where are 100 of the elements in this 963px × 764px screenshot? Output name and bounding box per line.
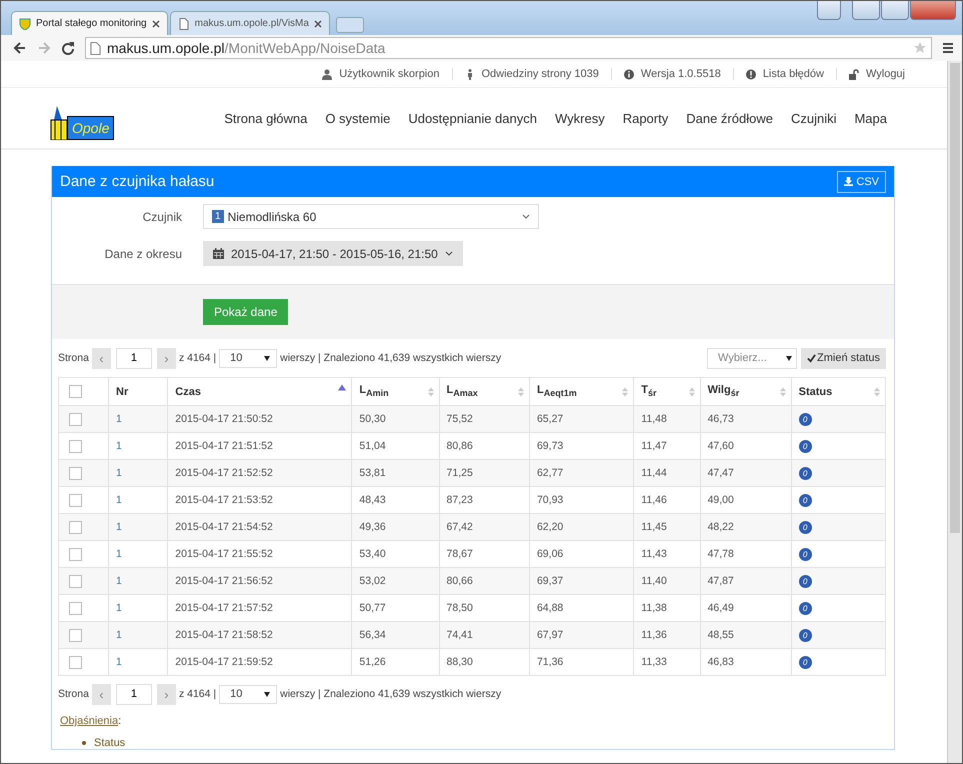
table-cell: 47,78: [708, 548, 734, 560]
checkbox[interactable]: [69, 628, 82, 642]
table-cell: 47,47: [708, 467, 734, 479]
checkbox[interactable]: [69, 574, 82, 588]
table-cell: 80,66: [446, 575, 473, 587]
status-badge[interactable]: 0: [798, 574, 812, 588]
table-cell: 69,06: [536, 548, 564, 560]
rows-per-page-select[interactable]: 10: [219, 684, 278, 704]
top-link[interactable]: Lista błędów: [746, 68, 824, 80]
table-cell: 11,40: [641, 575, 667, 587]
status-badge[interactable]: 0: [798, 602, 812, 614]
page-icon: [178, 18, 190, 30]
chevron-icon: [522, 214, 530, 219]
checkbox[interactable]: [69, 385, 82, 398]
checkbox[interactable]: [69, 412, 82, 426]
checkbox[interactable]: [69, 520, 82, 534]
status-badge[interactable]: 0: [798, 520, 812, 534]
close-button[interactable]: [910, 1, 956, 20]
table-cell: 1: [116, 521, 122, 533]
status-badge[interactable]: 0: [798, 466, 812, 480]
table-cell: 69,73: [536, 440, 564, 452]
rows-per-page-select[interactable]: 10: [219, 348, 278, 368]
minimize-button[interactable]: [852, 1, 880, 20]
status-badge[interactable]: 0: [798, 628, 812, 642]
table-cell: 75,52: [446, 413, 473, 425]
table-cell: 53,81: [359, 467, 386, 479]
sensor-select[interactable]: 1 Niemodlińska 60: [203, 204, 539, 229]
status-badge[interactable]: 0: [798, 494, 812, 506]
change-status-button[interactable]: Zmień status: [801, 348, 886, 368]
top-link[interactable]: Wersja 1.0.5518: [624, 68, 721, 80]
top-link[interactable]: Odwiedziny strony 1039: [464, 68, 599, 80]
nav-link[interactable]: Czujniki: [790, 110, 836, 126]
close-icon[interactable]: [152, 20, 160, 28]
checkbox[interactable]: [69, 656, 82, 668]
table-cell: 53,02: [359, 575, 386, 587]
forward-icon[interactable]: [37, 41, 51, 55]
new-tab-button[interactable]: [336, 17, 364, 33]
table-cell: 1: [116, 494, 122, 506]
reload-icon[interactable]: [61, 41, 75, 55]
table-cell: 56,34: [359, 629, 386, 641]
checkbox[interactable]: [69, 548, 82, 560]
page-count: z 4164 |: [178, 352, 216, 364]
csv-button[interactable]: CSV: [837, 170, 886, 192]
tab-title: makus.um.opole.pl/VisMa: [194, 18, 309, 29]
table-cell: 11,45: [641, 521, 667, 533]
column-header[interactable]: Status: [791, 378, 886, 406]
top-link[interactable]: Użytkownik skorpion: [322, 68, 440, 80]
shield-icon: [19, 18, 31, 30]
table-cell: 51,26: [359, 656, 386, 668]
table-cell: 64,88: [536, 602, 564, 614]
nav-link[interactable]: Wykresy: [554, 110, 605, 126]
column-header[interactable]: L$_{Aeqt1m}$: [529, 378, 634, 406]
table-cell: 48,55: [708, 629, 734, 641]
scrollbar[interactable]: [947, 61, 962, 763]
nav-link[interactable]: O systemie: [325, 110, 390, 126]
column-header[interactable]: Czas: [168, 378, 352, 406]
nav-link[interactable]: Udostępnianie danych: [408, 110, 537, 126]
checkbox[interactable]: [69, 494, 82, 506]
status-badge[interactable]: 0: [798, 412, 812, 426]
date-range-button[interactable]: 2015-04-17, 21:50 - 2015-05-16, 21:50: [203, 241, 463, 266]
legend-link[interactable]: Objaśnienia: [60, 715, 118, 727]
table-cell: 11,36: [641, 629, 667, 641]
address-bar[interactable]: makus.um.opole.pl/MonitWebApp/NoiseData: [85, 37, 932, 59]
profile-button[interactable]: [817, 1, 841, 20]
browser-tab[interactable]: makus.um.opole.pl/VisMa: [170, 11, 330, 35]
status-badge[interactable]: 0: [798, 656, 812, 668]
column-header[interactable]: Wilg$_{śr}$: [700, 378, 792, 406]
checkbox[interactable]: [69, 602, 82, 614]
browser-tab[interactable]: Portal stałego monitoring: [11, 11, 168, 35]
page-input[interactable]: 1: [116, 684, 152, 704]
column-header[interactable]: L$_{Amin}$: [352, 378, 440, 406]
info-icon: [624, 68, 634, 80]
column-header[interactable]: T$_{śr}$: [634, 378, 700, 406]
menu-icon[interactable]: [942, 42, 954, 54]
nav-link[interactable]: Raporty: [622, 110, 668, 126]
nav-link[interactable]: Dane źródłowe: [686, 110, 773, 126]
nav-link[interactable]: Strona główna: [224, 110, 308, 126]
field-label: Czujnik: [142, 210, 182, 224]
checkbox[interactable]: [69, 466, 82, 480]
back-icon[interactable]: [13, 41, 27, 55]
page-input[interactable]: 1: [116, 348, 152, 368]
pager-label: Strona: [58, 688, 89, 700]
close-icon[interactable]: [314, 20, 322, 28]
maximize-button[interactable]: [881, 1, 909, 20]
table-cell: 1: [116, 413, 122, 425]
checkbox[interactable]: [69, 440, 82, 452]
top-link[interactable]: Wyloguj: [848, 68, 905, 80]
table-cell: 1: [116, 467, 122, 479]
table-cell: 65,27: [536, 413, 564, 425]
column-header[interactable]: L$_{Amax}$: [439, 378, 530, 406]
table-cell: 74,41: [446, 629, 473, 641]
table-cell: 11,38: [641, 602, 667, 614]
nav-link[interactable]: Mapa: [854, 110, 887, 126]
table-cell: 48,43: [359, 494, 386, 506]
status-badge[interactable]: 0: [798, 548, 812, 560]
star-icon[interactable]: [913, 41, 927, 55]
status-badge[interactable]: 0: [798, 440, 812, 452]
table-cell: 2015-04-17 21:57:52: [175, 602, 273, 614]
table-cell: 67,97: [536, 629, 564, 641]
status-select[interactable]: Wybierz...: [707, 348, 798, 368]
